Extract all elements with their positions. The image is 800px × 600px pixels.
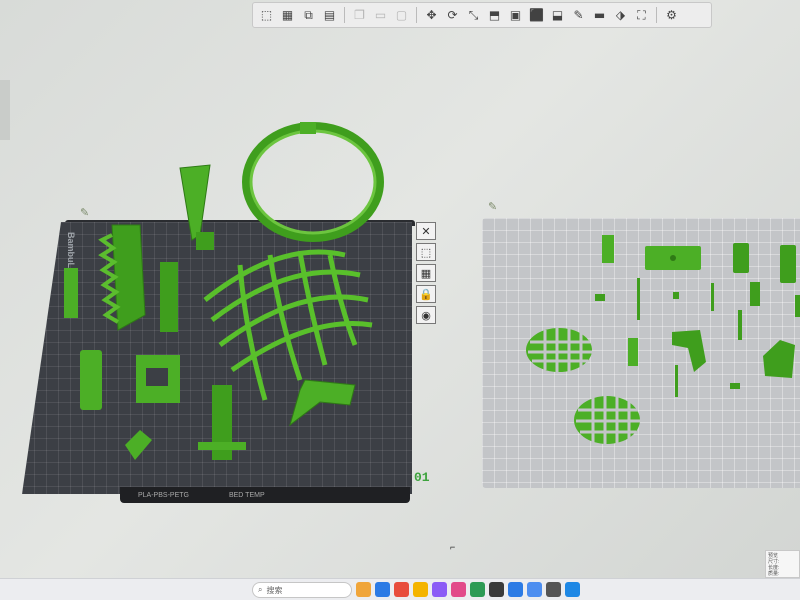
tiny-part-c[interactable] <box>730 383 740 389</box>
block-part-b[interactable] <box>780 245 796 283</box>
mouse-cursor-icon: ⌐ <box>450 542 456 552</box>
taskbar-app-icon[interactable] <box>508 582 523 597</box>
block-part-d[interactable] <box>795 295 800 317</box>
pin-part-a[interactable] <box>637 278 640 320</box>
tiny-part-b[interactable] <box>673 292 679 299</box>
taskbar-app-icon[interactable] <box>451 582 466 597</box>
bracket-base-part[interactable] <box>196 232 214 250</box>
pin-part-b[interactable] <box>711 283 714 311</box>
taskbar-app-icon[interactable] <box>375 582 390 597</box>
taskbar-app-icon[interactable] <box>565 582 580 597</box>
plate-01-parts[interactable] <box>64 122 384 460</box>
taskbar-app-icon[interactable] <box>394 582 409 597</box>
taskbar-app-icon[interactable] <box>432 582 447 597</box>
pin-part-d[interactable] <box>675 365 678 397</box>
search-icon: ⌕ <box>258 585 263 594</box>
ring-part-inner <box>249 129 377 235</box>
model-parts-layer <box>64 122 800 460</box>
clip-part-a-gap <box>146 368 168 386</box>
block-part-a[interactable] <box>733 243 749 273</box>
hinge-part-a[interactable] <box>80 350 102 410</box>
tiny-part-a[interactable] <box>595 294 605 301</box>
corner-part[interactable] <box>763 340 795 378</box>
taskbar-app-icon[interactable] <box>489 582 504 597</box>
block-part-c[interactable] <box>750 282 760 306</box>
ring-part[interactable] <box>242 122 384 242</box>
taskbar-app-icon[interactable] <box>356 582 371 597</box>
tab-part[interactable] <box>628 338 638 366</box>
pin-part-c[interactable] <box>738 310 742 340</box>
knob-part[interactable] <box>125 430 152 460</box>
plate-mount-hole <box>670 255 676 261</box>
lattice-dome-part[interactable] <box>203 249 373 401</box>
grid-disc-part-a[interactable] <box>526 328 592 372</box>
bar-part-b[interactable] <box>160 262 178 332</box>
flag-part[interactable] <box>289 379 356 427</box>
search-placeholder: 搜索 <box>266 585 283 595</box>
tray-line: 质量: <box>768 571 780 577</box>
plate-02-parts[interactable] <box>526 235 800 444</box>
grid-disc-part-b[interactable] <box>574 396 640 444</box>
taskbar-apps <box>356 582 580 597</box>
tray-popup: 预览 尺寸: 长度: 质量: <box>765 550 800 578</box>
taskbar-app-icon[interactable] <box>470 582 485 597</box>
gear-teeth <box>98 233 121 324</box>
bar-part-a[interactable] <box>64 268 78 318</box>
taskbar-app-icon[interactable] <box>527 582 542 597</box>
gear-small-part[interactable] <box>602 235 614 263</box>
taskbar-app-icon[interactable] <box>413 582 428 597</box>
taskbar-search[interactable]: ⌕ 搜索 <box>252 582 352 598</box>
taskbar: ⌕ 搜索 <box>0 578 800 600</box>
taskbar-app-icon[interactable] <box>546 582 561 597</box>
ring-clip-part[interactable] <box>300 122 316 134</box>
post-foot <box>198 442 246 450</box>
bracket-part[interactable] <box>179 164 211 241</box>
